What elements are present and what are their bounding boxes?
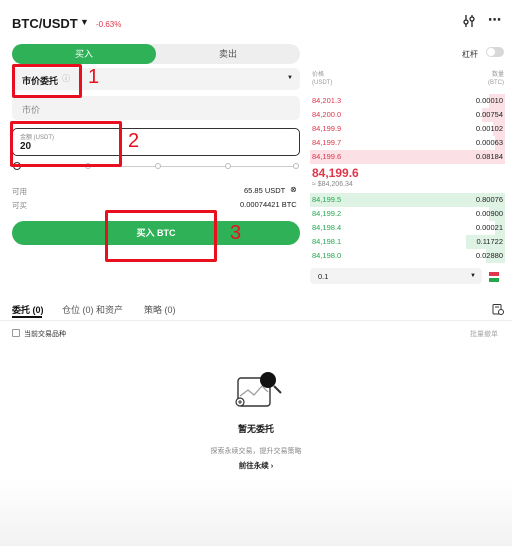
ask-qty: 0.00063 <box>475 138 503 147</box>
ob-qty-header: 数量 (BTC) <box>488 72 504 86</box>
tab-sell[interactable]: 卖出 <box>156 44 300 64</box>
empty-orders-icon <box>232 368 284 417</box>
leverage-toggle[interactable] <box>486 47 504 57</box>
annotation-number-3: 3 <box>230 222 242 244</box>
annotation-box-3 <box>105 210 217 262</box>
bid-qty: 0.00900 <box>475 209 503 218</box>
ask-price: 84,199.6 <box>312 152 342 161</box>
pair-title[interactable]: BTC/USDT <box>12 16 78 31</box>
annotation-box-1 <box>12 64 82 98</box>
ask-price: 84,199.7 <box>312 138 342 147</box>
book-layout-icon[interactable] <box>488 270 500 282</box>
price-placeholder: 市价 <box>22 105 41 115</box>
last-price-usd: ≈ $84,206.34 <box>312 181 353 188</box>
last-price: 84,199.6 <box>312 166 359 180</box>
bid-qty: 0.11722 <box>476 237 503 246</box>
bid-row[interactable]: 84,199.5 0.80076 <box>310 193 505 207</box>
slider-step-100[interactable] <box>293 163 299 169</box>
ask-qty: 0.00102 <box>475 124 503 133</box>
ask-row[interactable]: 84,201.3 0.00010 <box>310 94 505 108</box>
tab-underline <box>12 316 42 318</box>
ask-row[interactable]: 84,199.7 0.00063 <box>310 136 505 150</box>
bid-qty: 0.00021 <box>475 223 503 232</box>
bid-row[interactable]: 84,198.1 0.11722 <box>310 235 505 249</box>
price-field <box>12 96 300 120</box>
adjust-icon[interactable] <box>462 14 476 31</box>
ob-price-header: 价格 (USDT) <box>312 72 333 86</box>
depth-step-value: 0.1 <box>318 272 329 281</box>
bid-row[interactable]: 84,198.0 0.02880 <box>310 249 505 263</box>
bid-qty: 0.80076 <box>475 195 503 204</box>
current-symbol-label: 当前交易品种 <box>24 331 66 338</box>
slider-step-50[interactable] <box>155 163 161 169</box>
bid-price: 84,199.5 <box>312 195 342 204</box>
leverage-label: 杠杆 <box>462 50 478 59</box>
available-value: 65.85 USDT <box>244 186 286 195</box>
empty-subtitle: 探索永续交易，提升交易策略 <box>210 448 302 455</box>
order-history-icon[interactable] <box>492 302 504 320</box>
ask-row[interactable]: 84,199.9 0.00102 <box>310 122 505 136</box>
bottom-fade <box>0 480 512 546</box>
caret-down-icon: ▼ <box>470 273 476 279</box>
tab-positions[interactable]: 仓位 (0) 和资产 <box>62 303 123 316</box>
ask-price: 84,201.3 <box>312 96 342 105</box>
ask-qty: 0.08184 <box>475 152 503 161</box>
bid-qty: 0.02880 <box>475 251 503 260</box>
annotation-number-1: 1 <box>88 66 100 88</box>
go-perpetual-link[interactable]: 前往永续 › <box>0 460 512 471</box>
more-icon[interactable]: ⋯ <box>488 12 501 28</box>
empty-title: 暂无委托 <box>237 424 274 434</box>
current-symbol-checkbox[interactable] <box>12 329 20 337</box>
slider-step-75[interactable] <box>225 163 231 169</box>
bid-row[interactable]: 84,199.2 0.00900 <box>310 207 505 221</box>
bid-price: 84,198.4 <box>312 223 342 232</box>
bid-price: 84,199.2 <box>312 209 342 218</box>
depth-step-select[interactable] <box>310 268 482 284</box>
transfer-icon[interactable]: ⊗ <box>290 185 297 194</box>
divider <box>0 320 512 321</box>
chevron-down-icon[interactable]: ▼ <box>80 17 89 27</box>
ask-row[interactable]: 84,200.0 0.00754 <box>310 108 505 122</box>
bid-price: 84,198.0 <box>312 251 342 260</box>
ask-qty: 0.00010 <box>475 96 503 105</box>
price-change: -0.63% <box>96 20 122 29</box>
buyable-value: 0.00074421 BTC <box>240 200 297 209</box>
ask-price: 84,199.9 <box>312 124 342 133</box>
bid-price: 84,198.1 <box>312 237 342 246</box>
available-label: 可用 <box>12 187 27 196</box>
buyable-label: 可买 <box>12 201 27 210</box>
annotation-number-2: 2 <box>128 130 140 152</box>
annotation-box-2 <box>10 121 122 167</box>
ask-row[interactable]: 84,199.6 0.08184 <box>310 150 505 164</box>
batch-cancel-button[interactable]: 批量撤单 <box>470 329 498 339</box>
tab-orders[interactable]: 委托 (0) <box>12 303 44 316</box>
tab-buy[interactable]: 买入 <box>12 44 156 64</box>
ask-qty: 0.00754 <box>475 110 503 119</box>
tab-strategy[interactable]: 策略 (0) <box>144 303 176 316</box>
bid-row[interactable]: 84,198.4 0.00021 <box>310 221 505 235</box>
caret-down-icon: ▼ <box>287 75 293 81</box>
ask-price: 84,200.0 <box>312 110 342 119</box>
